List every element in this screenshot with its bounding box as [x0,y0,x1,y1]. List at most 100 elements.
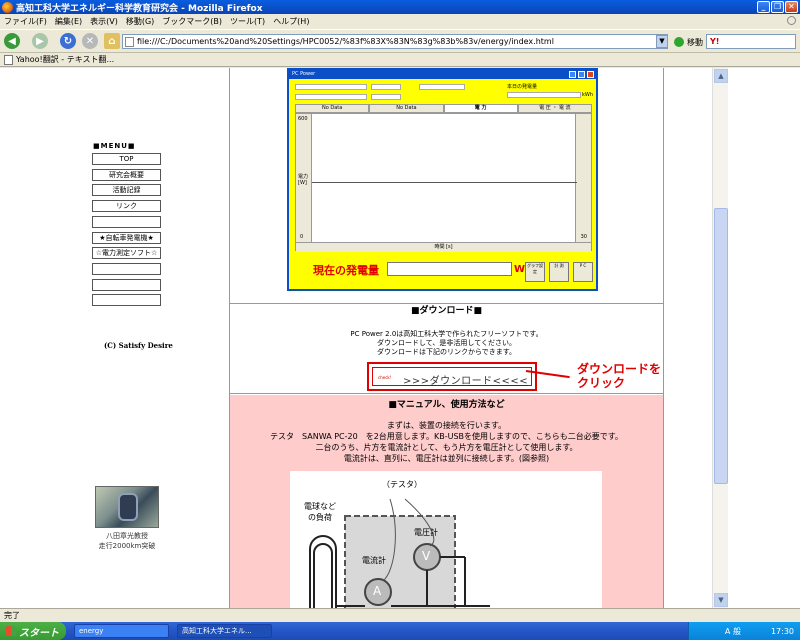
menu-file[interactable]: ファイル(F) [4,16,47,27]
y-tick-top: 600 [298,116,308,122]
copyright-text: (C) Satisfy Desire [104,341,173,350]
diagram-ammeter-letter: A [373,584,382,598]
manual-section: ■マニュアル、使用方法など まずは、装置の接続を行います。 テスタ SANWA … [230,395,663,608]
x-tick-right: 30 [580,234,587,240]
app-field-4 [371,94,401,100]
app-tab-no-data-2: No Data [369,104,444,113]
menu-edit[interactable]: 編集(E) [55,16,82,27]
menu-button-empty-3[interactable] [92,279,161,291]
forward-arrow-icon[interactable]: ▶ [32,33,48,49]
annotation-text: ダウンロードを クリック [577,362,661,390]
app-title: PC Power [292,71,316,77]
menu-button-overview[interactable]: 研究会概要 [92,169,161,181]
restore-button[interactable]: ❐ [771,1,784,13]
app-tab-no-data-1: No Data [295,104,370,113]
today-power-label: 本日の発電量 [507,84,538,90]
window-titlebar[interactable]: 高知工科大学エネルギー科学教育研究会 - Mozilla Firefox _ ❐… [0,0,800,14]
bulb-inner-shape [313,543,333,608]
home-icon[interactable]: ⌂ [104,33,120,49]
start-button[interactable]: スタート [0,622,66,640]
menu-view[interactable]: 表示(V) [90,16,118,27]
meter-device-image [118,493,138,521]
back-arrow-icon[interactable]: ◀ [4,33,20,49]
menu-bar: ファイル(F) 編集(E) 表示(V) 移動(G) ブックマーク(B) ツール(… [0,14,800,28]
today-power-field [507,92,581,98]
x-axis-label: 時間 [s] [296,242,591,252]
menu-button-empty-2[interactable] [92,263,161,275]
download-heading: ■ダウンロード■ [410,306,482,316]
manual-heading: ■マニュアル、使用方法など [388,400,505,410]
scroll-down-arrow-icon[interactable]: ▼ [714,593,728,607]
manual-text-3: 二台のうち、片方を電流計として、もう片方を電圧計として使用します。 [315,443,578,452]
menu-button-empty-1[interactable] [92,216,161,228]
today-power-unit: kWh [582,92,594,98]
download-highlight-box: check! >>>ダウンロード<<<< [367,362,537,391]
main-column: PC Power 本日の発電量 kWh No Data No Data 電 力 [229,68,664,608]
address-bar[interactable]: file:///C:/Documents%20and%20Settings/HP… [122,34,668,49]
diagram-tester-label: （テスタ） [382,480,422,489]
pc-label: P C [579,263,587,268]
connection-diagram: （テスタ） 電球など の負荷 電流計 電圧計 A V [290,471,602,608]
bookmark-yahoo-translate[interactable]: Yahoo!翻訳 - テキスト翻... [16,54,114,65]
circuit-diagram-svg [309,498,490,608]
minimize-button[interactable]: _ [757,1,770,13]
measure-label: 計 測 [554,263,564,268]
search-input[interactable]: Y! [706,34,796,49]
right-margin [728,68,800,608]
diagram-load-label-2: の負荷 [308,513,332,522]
y-tick-bottom: 0 [300,234,304,240]
vertical-scrollbar[interactable]: ▲ ▼ [712,68,728,608]
power-graph: 600 電力 [W] 0 30 時間 [s] [295,113,592,252]
taskbar-item-firefox[interactable]: 高知工科大学エネル... [177,624,272,638]
download-link[interactable]: >>>ダウンロード<<<< [403,372,528,387]
menu-go[interactable]: 移動(G) [126,16,154,27]
stop-icon[interactable]: ✕ [82,33,98,49]
menu-title: ■MENU■ [93,142,136,150]
app-field-2 [371,84,401,90]
menu-bookmarks[interactable]: ブックマーク(B) [162,16,222,27]
url-dropdown-icon[interactable]: ▼ [656,35,668,48]
graph-right-axis [575,114,591,242]
go-icon[interactable] [674,37,684,47]
professor-photo[interactable] [95,486,159,528]
ime-indicator[interactable]: A 般 [725,626,741,637]
app-tab-voltage-current: 電 圧 ・ 電 流 [517,104,592,113]
bookmarks-toolbar: Yahoo!翻訳 - テキスト翻... [0,53,800,67]
check-label: check! [378,375,392,380]
page-icon [125,37,134,47]
system-tray: A 般 17:30 [688,622,800,640]
clock[interactable]: 17:30 [771,627,794,636]
menu-button-top[interactable]: TOP [92,153,161,165]
close-button[interactable]: ✕ [785,1,798,13]
app-tabs: No Data No Data 電 力 電 圧 ・ 電 流 [295,104,592,113]
menu-button-links[interactable]: リンク [92,200,161,212]
menu-tools[interactable]: ツール(T) [230,16,265,27]
menu-button-empty-4[interactable] [92,294,161,306]
app-titlebar: PC Power [289,70,596,79]
app-minimize-icon [569,71,576,78]
page-content: ■MENU■ TOP 研究会概要 活動記録 リンク ★自転車発電機★ ☆電力測定… [0,68,712,608]
scroll-up-arrow-icon[interactable]: ▲ [714,69,728,83]
menu-button-activity[interactable]: 活動記録 [92,184,161,196]
app-field-1 [295,84,367,90]
graph-settings-button: グラフ設定 [525,262,545,282]
go-button[interactable]: 移動 [687,37,703,48]
download-text-3: ダウンロードは下記のリンクからできます。 [376,348,517,356]
scrollbar-thumb[interactable] [714,208,728,484]
taskbar-item-energy[interactable]: energy [74,624,169,638]
reload-icon[interactable]: ↻ [60,33,76,49]
app-field-5 [419,84,465,90]
app-field-3 [295,94,367,100]
menu-help[interactable]: ヘルプ(H) [273,16,309,27]
software-screenshot-area: PC Power 本日の発電量 kWh No Data No Data 電 力 [230,68,663,304]
yahoo-search-icon[interactable]: Y! [710,37,719,46]
diagram-load-label-1: 電球など [304,502,336,511]
navigation-toolbar: ◀ ▶ ↻ ✕ ⌂ file:///C:/Documents%20and%20S… [0,29,800,53]
current-power-field [387,262,512,276]
menu-button-power-software[interactable]: ☆電力測定ソフト☆ [92,247,161,259]
menu-button-bicycle-generator[interactable]: ★自転車発電機★ [92,232,161,244]
annotation-line-1: ダウンロードを [577,362,662,376]
app-tab-power: 電 力 [443,104,518,113]
window-title: 高知工科大学エネルギー科学教育研究会 - Mozilla Firefox [16,3,263,14]
download-link-box[interactable]: check! >>>ダウンロード<<<< [372,367,532,387]
